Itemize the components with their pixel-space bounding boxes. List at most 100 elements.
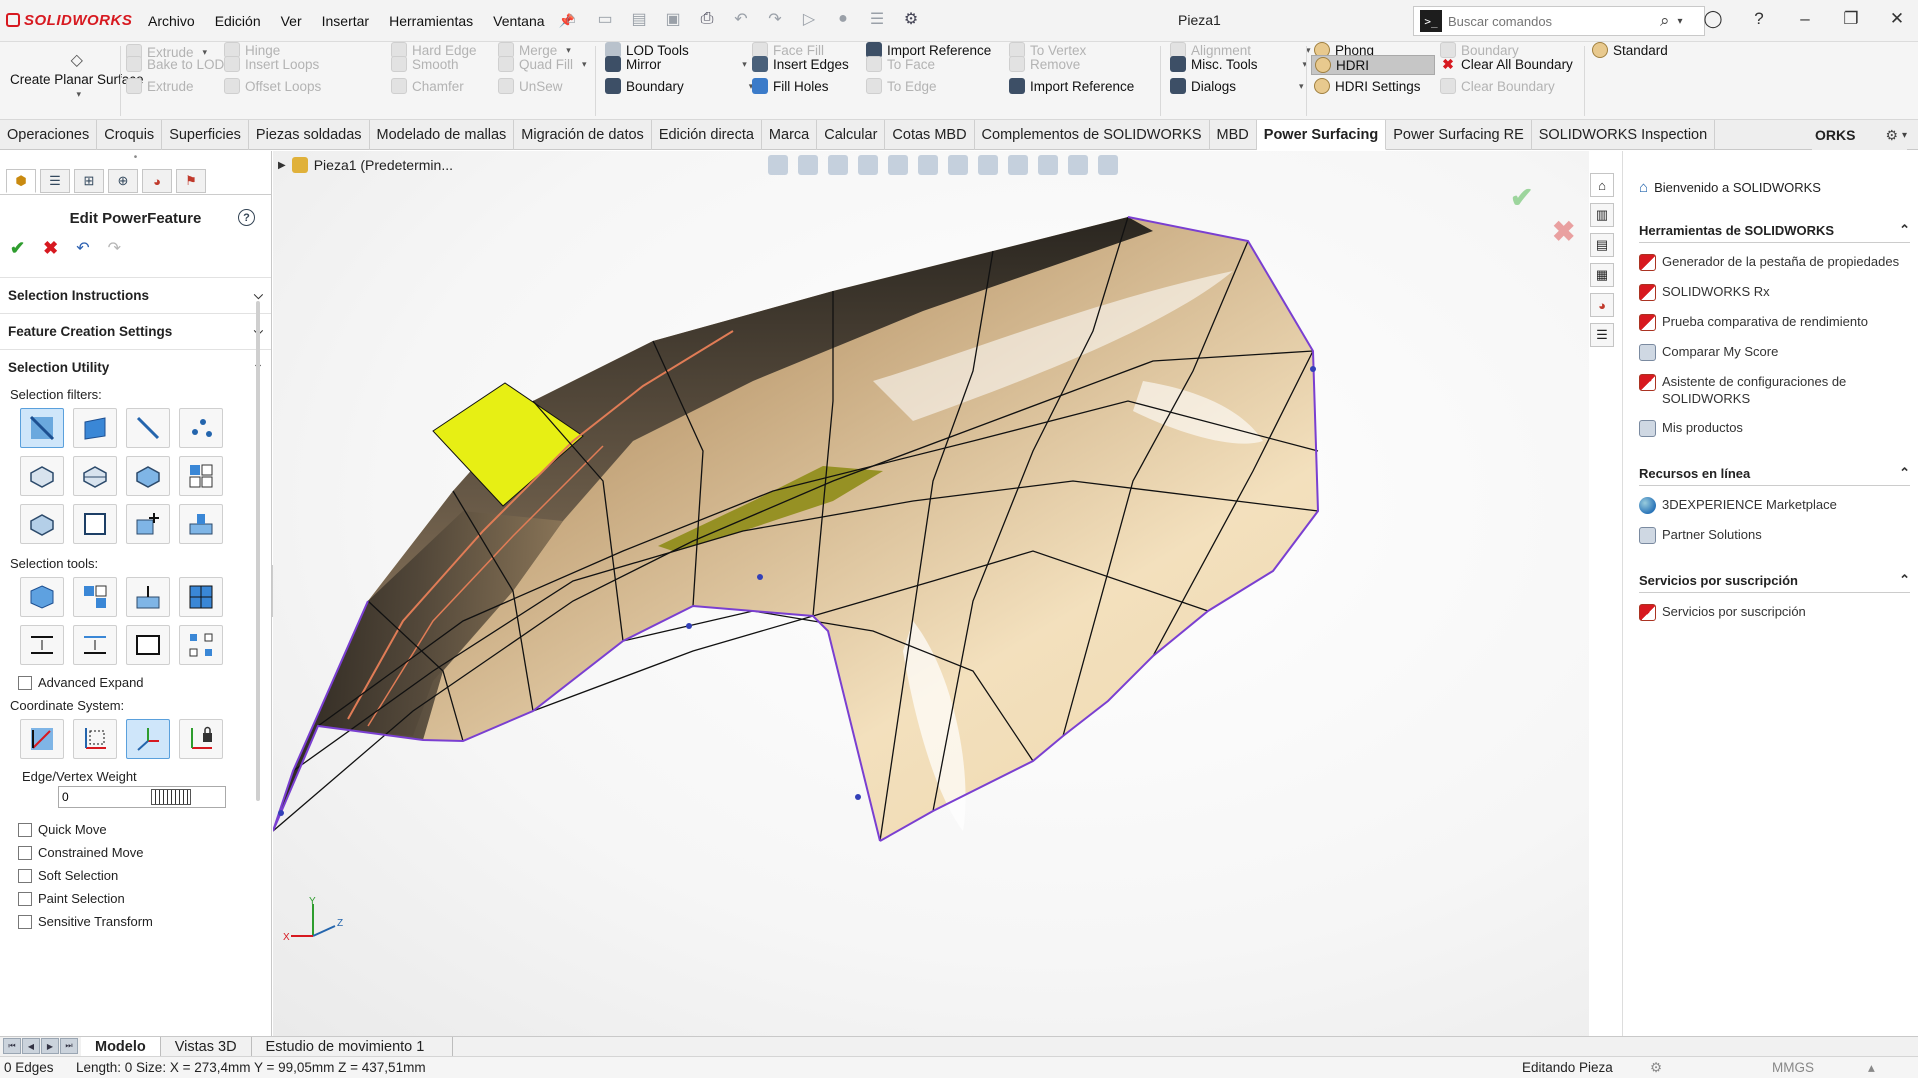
select-icon[interactable]: ▷: [798, 8, 820, 30]
solidworks-resources-home-icon[interactable]: ⌂: [1590, 173, 1614, 197]
section-feature-creation-settings[interactable]: Feature Creation Settings ⌵: [0, 313, 271, 349]
search-input[interactable]: [1448, 13, 1658, 29]
advanced-expand-checkbox[interactable]: Advanced Expand: [0, 671, 271, 694]
search-icon[interactable]: ⌕: [1660, 11, 1670, 31]
tab-modelo[interactable]: Modelo: [81, 1037, 161, 1056]
unsew-button[interactable]: UnSew: [498, 78, 563, 94]
offset-loops-button[interactable]: Offset Loops: [224, 78, 321, 94]
new-document-icon[interactable]: ▭: [594, 8, 616, 30]
section-selection-instructions[interactable]: Selection Instructions ⌵: [0, 277, 271, 313]
tab-complementos[interactable]: Complementos de SOLIDWORKS: [975, 120, 1210, 150]
welcome-link[interactable]: ⌂ Bienvenido a SOLIDWORKS: [1623, 151, 1918, 206]
tab-migracion-de-datos[interactable]: Migración de datos: [514, 120, 652, 150]
quick-move-checkbox[interactable]: Quick Move: [0, 818, 271, 841]
soft-selection-checkbox[interactable]: Soft Selection: [0, 864, 271, 887]
box-select-button[interactable]: [126, 625, 170, 665]
tab-marca[interactable]: Marca: [762, 120, 818, 150]
bake-to-lod-button[interactable]: Bake to LOD: [126, 56, 224, 72]
display-manager-tab-icon[interactable]: ◕: [142, 169, 172, 193]
boundary-filter-button[interactable]: [73, 504, 117, 544]
screen-coordinates-button[interactable]: [126, 719, 170, 759]
dialogs-button[interactable]: Dialogs ▾: [1170, 78, 1304, 94]
previous-tab-icon[interactable]: ◀: [22, 1038, 40, 1054]
edge-filter-button[interactable]: [20, 408, 64, 448]
quad-fill-button[interactable]: Quad Fill ▾: [498, 56, 587, 72]
face-loop-filter-button[interactable]: [126, 456, 170, 496]
local-coordinates-button[interactable]: [73, 719, 117, 759]
chevron-down-icon[interactable]: ▾: [1902, 130, 1907, 141]
smooth-button[interactable]: Smooth: [391, 56, 459, 72]
checkbox-box[interactable]: [18, 675, 32, 690]
to-face-button[interactable]: To Face: [866, 56, 935, 72]
tool-my-products[interactable]: Mis productos: [1623, 413, 1918, 443]
dots-select-button[interactable]: [179, 625, 223, 665]
ring-filter-button[interactable]: [73, 456, 117, 496]
panel-grip[interactable]: •: [0, 151, 271, 167]
undo-icon[interactable]: ↶: [730, 8, 752, 30]
body-filter-button[interactable]: [20, 504, 64, 544]
tab-estudio-de-movimiento[interactable]: Estudio de movimiento 1: [252, 1037, 454, 1056]
tool-solidworks-rx[interactable]: SOLIDWORKS Rx: [1623, 277, 1918, 307]
cancel-x-icon[interactable]: ✖: [43, 238, 58, 259]
clear-all-boundary-button[interactable]: ✖ Clear All Boundary: [1440, 56, 1573, 73]
file-properties-icon[interactable]: ☰: [866, 8, 888, 30]
insert-edges-button[interactable]: Insert Edges: [752, 56, 849, 72]
vertex-filter-button[interactable]: [179, 408, 223, 448]
dimxpert-tab-icon[interactable]: ⊕: [108, 169, 138, 193]
tab-calcular[interactable]: Calcular: [817, 120, 886, 150]
menu-ver[interactable]: Ver: [271, 13, 312, 29]
tab-power-surfacing-re[interactable]: Power Surfacing RE: [1386, 120, 1532, 150]
menu-ventana[interactable]: Ventana: [483, 13, 554, 29]
fill-holes-button[interactable]: Fill Holes: [752, 78, 829, 94]
checkbox-box[interactable]: [18, 845, 32, 860]
tab-piezas-soldadas[interactable]: Piezas soldadas: [249, 120, 370, 150]
tab-croquis[interactable]: Croquis: [97, 120, 163, 150]
tool-compare-my-score[interactable]: Comparar My Score: [1623, 337, 1918, 367]
weight-slider[interactable]: [151, 789, 191, 805]
contract-button[interactable]: [73, 625, 117, 665]
tab-operaciones[interactable]: Operaciones: [0, 120, 98, 150]
checkbox-box[interactable]: [18, 868, 32, 883]
tab-edicion-directa[interactable]: Edición directa: [652, 120, 762, 150]
menu-edicion[interactable]: Edición: [205, 13, 271, 29]
design-library-icon[interactable]: ▥: [1590, 203, 1614, 227]
boundary-button[interactable]: Boundary▾: [605, 78, 753, 94]
undo-icon[interactable]: ↶: [76, 238, 89, 258]
world-coordinates-button[interactable]: [20, 719, 64, 759]
custom-properties-icon[interactable]: ☰: [1590, 323, 1614, 347]
restore-icon[interactable]: ❐: [1838, 6, 1864, 32]
file-explorer-icon[interactable]: ▤: [1590, 233, 1614, 257]
last-tab-icon[interactable]: ⏭: [60, 1038, 78, 1054]
print-icon[interactable]: ⎙: [696, 8, 718, 30]
menu-archivo[interactable]: Archivo: [138, 13, 205, 29]
loop-filter-button[interactable]: [20, 456, 64, 496]
cam-tab-icon[interactable]: ⚑: [176, 169, 206, 193]
ok-check-icon[interactable]: ✔: [10, 238, 25, 259]
tab-cotas-mbd[interactable]: Cotas MBD: [885, 120, 975, 150]
select-all-button[interactable]: [20, 577, 64, 617]
solidworks-logo[interactable]: SOLIDWORKS: [6, 12, 132, 29]
checkbox-box[interactable]: [18, 891, 32, 906]
sensitive-transform-checkbox[interactable]: Sensitive Transform: [0, 910, 271, 933]
create-planar-surface-button[interactable]: ◇ Create Planar Surface ▾: [10, 50, 144, 100]
online-3dexperience-marketplace[interactable]: 3DEXPERIENCE Marketplace: [1623, 490, 1918, 520]
tool-performance-benchmark[interactable]: Prueba comparativa de rendimiento: [1623, 307, 1918, 337]
surface-model[interactable]: [273, 151, 1589, 1036]
tab-modelado-de-mallas[interactable]: Modelado de mallas: [370, 120, 515, 150]
extract-filter-button[interactable]: [179, 504, 223, 544]
search-dropdown-icon[interactable]: ▾: [1678, 16, 1683, 27]
options-gear-icon[interactable]: ⚙: [900, 8, 922, 30]
tool-property-tab-builder[interactable]: Generador de la pestaña de propiedades: [1623, 247, 1918, 277]
tab-solidworks-inspection[interactable]: SOLIDWORKS Inspection: [1532, 120, 1716, 150]
checkbox-box[interactable]: [18, 914, 32, 929]
first-tab-icon[interactable]: ⏮: [3, 1038, 21, 1054]
checkbox-box[interactable]: [18, 822, 32, 837]
status-units[interactable]: MMGS: [1772, 1060, 1814, 1075]
rebuild-icon[interactable]: ●: [832, 8, 854, 30]
tab-superficies[interactable]: Superficies: [162, 120, 249, 150]
tab-mbd[interactable]: MBD: [1210, 120, 1257, 150]
home-icon[interactable]: ⌂: [560, 8, 582, 30]
online-partner-solutions[interactable]: Partner Solutions: [1623, 520, 1918, 550]
property-manager-tab-icon[interactable]: ☰: [40, 169, 70, 193]
graphics-area[interactable]: ▶ Pieza1 (Predetermin... ✔ ✖ Y Z X: [273, 151, 1589, 1036]
